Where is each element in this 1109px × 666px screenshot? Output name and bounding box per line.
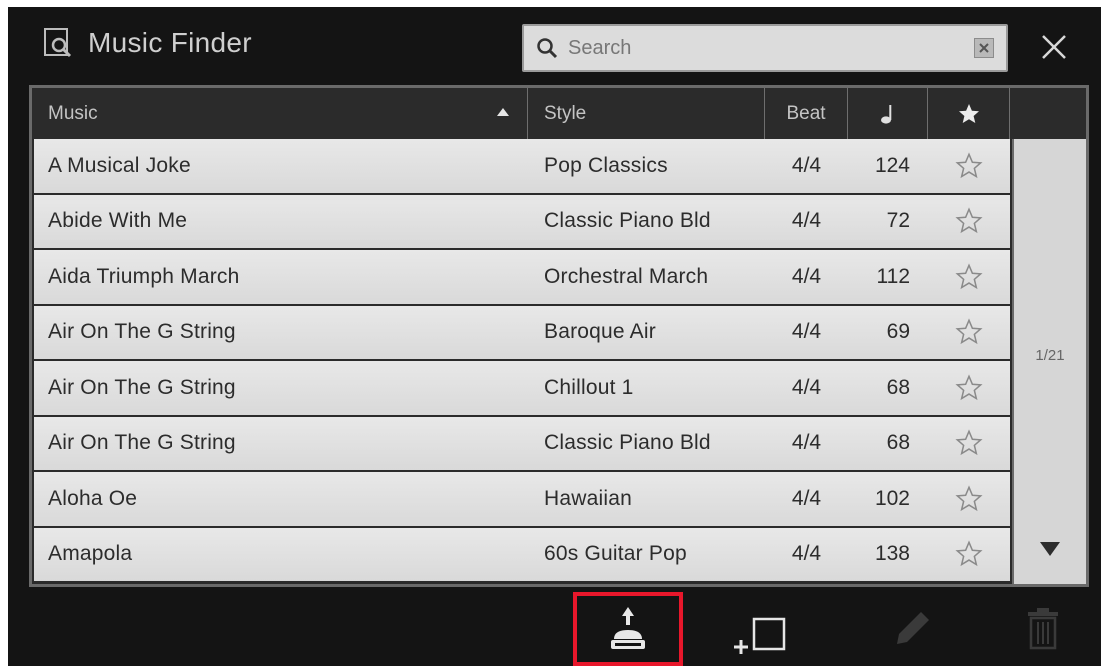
column-header-music[interactable]: Music <box>32 88 528 139</box>
cell-beat: 4/4 <box>791 542 822 566</box>
bottom-toolbar <box>8 589 1101 666</box>
cell-music: Aida Triumph March <box>48 264 240 288</box>
column-header-tempo[interactable] <box>848 88 928 139</box>
cell-beat: 4/4 <box>791 209 822 233</box>
cell-style: Chillout 1 <box>544 375 634 399</box>
favorite-star-icon <box>955 152 983 178</box>
cell-tempo: 138 <box>874 542 910 566</box>
cell-music: Abide With Me <box>48 209 188 233</box>
table-row[interactable]: Air On The G String Classic Piano Bld 4/4 6… <box>34 416 1010 471</box>
cell-beat: 4/4 <box>791 375 822 399</box>
favorite-star-icon <box>955 263 983 289</box>
cell-beat: 4/4 <box>791 320 822 344</box>
cell-style: Classic Piano Bld <box>544 209 711 233</box>
cell-style: Classic Piano Bld <box>544 431 711 455</box>
favorite-toggle[interactable] <box>928 306 1010 360</box>
cell-style: 60s Guitar Pop <box>544 542 687 566</box>
column-header-style[interactable]: Style <box>528 88 765 139</box>
quarter-note-icon <box>880 104 891 124</box>
table-row[interactable]: Aida Triumph March Orchestral March 4/4 112 <box>34 250 1010 304</box>
cell-tempo: 102 <box>874 486 910 510</box>
cell-tempo: 72 <box>886 209 910 233</box>
table-row[interactable]: Abide With Me Classic Piano Bld 4/4 72 <box>34 194 1010 249</box>
cell-music: Amapola <box>48 542 133 566</box>
cell-music: Aloha Oe <box>48 486 138 510</box>
add-button[interactable] <box>728 601 798 661</box>
favorite-star-icon <box>955 485 983 511</box>
cell-tempo: 69 <box>886 320 910 344</box>
trash-icon <box>1028 608 1058 650</box>
search-box[interactable] <box>522 24 1008 72</box>
favorite-toggle[interactable] <box>928 195 1010 249</box>
music-table: Music Style Beat A Musical Joke Pop Clas… <box>29 85 1089 587</box>
close-icon[interactable] <box>1034 27 1074 67</box>
cell-style: Hawaiian <box>544 486 632 510</box>
export-icon <box>611 607 645 649</box>
music-finder-icon <box>44 28 72 58</box>
favorite-toggle[interactable] <box>928 472 1010 526</box>
cell-beat: 4/4 <box>791 153 822 177</box>
x-icon <box>979 43 989 53</box>
favorite-star-icon <box>955 429 983 456</box>
favorite-toggle[interactable] <box>928 528 1010 582</box>
search-input[interactable] <box>568 26 974 70</box>
cell-music: Air On The G String <box>48 320 236 344</box>
page-scroller[interactable]: 1/21 <box>1012 139 1086 584</box>
cell-tempo: 112 <box>876 264 910 288</box>
column-header-label: Music <box>48 102 98 124</box>
column-header-spacer <box>1010 88 1086 139</box>
cell-tempo: 68 <box>886 431 910 455</box>
page-indicator: 1/21 <box>1035 347 1065 364</box>
favorite-star-icon <box>955 374 983 400</box>
favorite-toggle[interactable] <box>928 417 1010 471</box>
cell-music: Air On The G String <box>48 375 236 399</box>
edit-button[interactable] <box>888 603 938 653</box>
cell-beat: 4/4 <box>791 264 822 288</box>
scroll-down-icon[interactable] <box>1040 542 1060 556</box>
cell-music: Air On The G String <box>48 431 236 455</box>
table-row[interactable]: Aloha Oe Hawaiian 4/4 102 <box>34 472 1010 526</box>
table-row[interactable]: Air On The G String Chillout 1 4/4 68 <box>34 361 1010 415</box>
favorite-star-icon <box>955 318 983 345</box>
cell-tempo: 68 <box>886 375 910 399</box>
favorite-star-icon <box>955 207 983 234</box>
cell-style: Pop Classics <box>544 153 668 177</box>
sort-ascending-icon <box>497 108 509 116</box>
cell-music: A Musical Joke <box>48 153 191 177</box>
favorite-toggle[interactable] <box>928 250 1010 304</box>
cell-beat: 4/4 <box>791 431 822 455</box>
pencil-icon <box>897 612 929 644</box>
music-finder-screen: Music Finder Music <box>8 7 1101 666</box>
table-body: A Musical Joke Pop Classics 4/4 124 Abide Wi… <box>34 139 1010 583</box>
export-button[interactable] <box>573 592 683 666</box>
cell-tempo: 124 <box>874 153 910 177</box>
favorite-toggle[interactable] <box>928 361 1010 415</box>
table-row[interactable]: Air On The G String Baroque Air 4/4 69 <box>34 305 1010 360</box>
cell-style: Baroque Air <box>544 320 656 344</box>
page-title: Music Finder <box>88 27 252 58</box>
title-area: Music Finder <box>42 27 252 59</box>
cell-beat: 4/4 <box>791 486 822 510</box>
cell-style: Orchestral March <box>544 264 709 288</box>
header: Music Finder <box>8 7 1101 85</box>
delete-button[interactable] <box>1020 603 1066 653</box>
favorite-toggle[interactable] <box>928 139 1010 193</box>
table-header: Music Style Beat <box>32 88 1086 139</box>
column-header-favorite[interactable] <box>928 88 1010 139</box>
column-header-label: Beat <box>786 102 826 124</box>
add-icon <box>734 617 786 654</box>
favorite-star-icon <box>955 540 983 567</box>
column-header-beat[interactable]: Beat <box>765 88 848 139</box>
search-icon <box>537 38 558 59</box>
table-row[interactable]: Amapola 60s Guitar Pop 4/4 138 <box>34 527 1010 582</box>
column-header-label: Style <box>544 102 587 124</box>
clear-search-icon[interactable] <box>974 38 994 58</box>
star-icon <box>958 103 979 123</box>
table-row[interactable]: A Musical Joke Pop Classics 4/4 124 <box>34 139 1010 193</box>
